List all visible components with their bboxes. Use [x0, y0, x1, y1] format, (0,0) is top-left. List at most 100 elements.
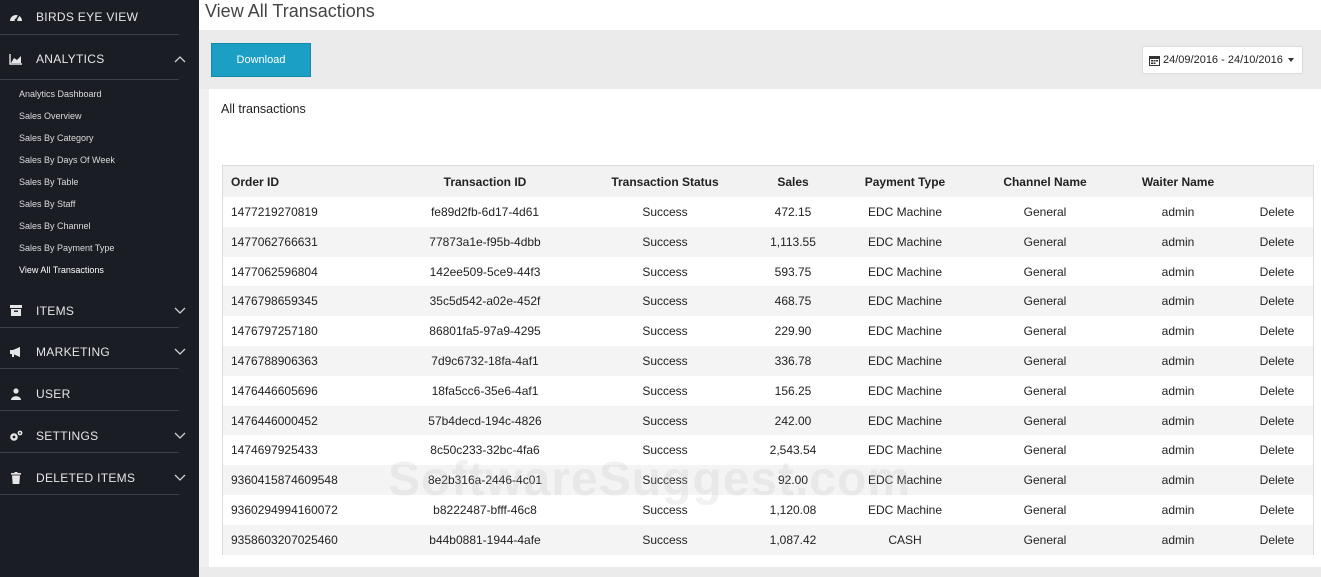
- divider: [0, 327, 179, 328]
- subnav-sales-by-category[interactable]: Sales By Category: [19, 131, 94, 145]
- waiter-cell: admin: [1161, 413, 1195, 428]
- col-payment-type[interactable]: Payment Type: [845, 166, 965, 197]
- payment-type-cell: EDC Machine: [867, 443, 943, 458]
- delete-link[interactable]: Delete: [1243, 435, 1311, 465]
- subnav-sales-by-table[interactable]: Sales By Table: [19, 175, 78, 189]
- table-row: 1474697925433 8c50c233-32bc-4fa6 Success 2,…: [223, 435, 1313, 466]
- delete-link[interactable]: Delete: [1243, 257, 1311, 287]
- nav-label: BIRDS EYE VIEW: [36, 10, 139, 24]
- calendar-icon: [1149, 55, 1160, 66]
- nav-items[interactable]: ITEMS: [0, 290, 199, 331]
- status-cell: Success: [642, 264, 688, 279]
- subnav-sales-by-staff[interactable]: Sales By Staff: [19, 197, 75, 211]
- delete-link[interactable]: Delete: [1243, 525, 1311, 555]
- nav-analytics[interactable]: ANALYTICS: [0, 38, 199, 79]
- order-id-cell: 1477062766631: [231, 234, 318, 249]
- delete-link[interactable]: Delete: [1243, 197, 1311, 227]
- sales-cell: 229.90: [774, 324, 812, 339]
- table-row: 1476797257180 86801fa5-97a9-4295 Success 22…: [223, 316, 1313, 347]
- sales-cell: 1,120.08: [769, 503, 817, 517]
- waiter-cell: admin: [1161, 383, 1195, 398]
- table-row: 9358603207025460 b44b0881-1944-4afe Succes…: [223, 524, 1313, 555]
- panel-heading: All transactions: [221, 102, 306, 116]
- order-id-cell: 9360415874609548: [231, 473, 338, 488]
- delete-link[interactable]: Delete: [1243, 465, 1311, 495]
- inbox-icon: [9, 304, 23, 318]
- nav-deleted-items[interactable]: DELETED ITEMS: [0, 457, 199, 498]
- waiter-cell: admin: [1161, 234, 1195, 249]
- channel-cell: General: [1023, 354, 1067, 368]
- col-order-id[interactable]: Order ID: [231, 166, 279, 197]
- divider: [0, 34, 179, 35]
- col-channel-name[interactable]: Channel Name: [985, 166, 1105, 197]
- order-id-cell: 1476446605696: [231, 383, 318, 398]
- delete-link[interactable]: Delete: [1243, 376, 1311, 406]
- delete-link[interactable]: Delete: [1243, 406, 1311, 436]
- status-cell: Success: [642, 473, 688, 488]
- table-row: 9360415874609548 8e2b316a-2446-4c01 Succes…: [223, 465, 1313, 496]
- table-row: 9360294994160072 b8222487-bfff-46c8 Succes…: [223, 495, 1313, 525]
- transactions-table: Order ID Transaction ID Transaction Stat…: [222, 165, 1314, 555]
- page-title: View All Transactions: [205, 1, 375, 21]
- sales-cell: 156.25: [774, 383, 812, 398]
- subnav-sales-by-days-of-week[interactable]: Sales By Days Of Week: [19, 153, 115, 167]
- subnav-sales-overview[interactable]: Sales Overview: [19, 109, 82, 123]
- table-row: 1477062596804 142ee509-5ce9-44f3 Success 59…: [223, 256, 1313, 287]
- status-cell: Success: [642, 413, 688, 428]
- nav-label: ITEMS: [36, 303, 75, 318]
- sales-cell: 336.78: [774, 354, 812, 368]
- nav-user[interactable]: USER: [0, 373, 199, 414]
- chevron-down-icon: [174, 474, 186, 481]
- channel-cell: General: [1023, 324, 1067, 339]
- status-cell: Success: [642, 324, 688, 339]
- col-transaction-status[interactable]: Transaction Status: [595, 166, 735, 197]
- transaction-id-cell: 7d9c6732-18fa-4af1: [431, 354, 539, 368]
- chevron-down-icon: [174, 307, 186, 314]
- delete-link[interactable]: Delete: [1243, 227, 1311, 257]
- delete-link[interactable]: Delete: [1243, 346, 1311, 376]
- date-range-picker[interactable]: 24/09/2016 - 24/10/2016: [1142, 46, 1303, 74]
- download-button[interactable]: Download: [211, 43, 311, 77]
- transaction-id-cell: fe89d2fb-6d17-4d61: [430, 205, 540, 219]
- channel-cell: General: [1023, 264, 1067, 279]
- nav-birds-eye-view[interactable]: BIRDS EYE VIEW: [0, 0, 199, 34]
- nav-settings[interactable]: SETTINGS: [0, 415, 199, 456]
- nav-label: MARKETING: [36, 344, 111, 359]
- delete-link[interactable]: Delete: [1243, 286, 1311, 316]
- subnav-sales-by-channel[interactable]: Sales By Channel: [19, 219, 91, 233]
- sales-cell: 92.00: [777, 473, 809, 488]
- payment-type-cell: EDC Machine: [867, 383, 943, 398]
- status-cell: Success: [642, 354, 688, 368]
- status-cell: Success: [642, 532, 688, 547]
- divider: [0, 368, 179, 369]
- col-sales[interactable]: Sales: [743, 166, 843, 197]
- waiter-cell: admin: [1161, 354, 1195, 368]
- col-waiter-name[interactable]: Waiter Name: [1118, 166, 1238, 197]
- payment-type-cell: EDC Machine: [867, 324, 943, 339]
- trash-icon: [9, 471, 23, 485]
- subnav-sales-by-payment-type[interactable]: Sales By Payment Type: [19, 241, 114, 255]
- waiter-cell: admin: [1161, 294, 1195, 309]
- nav-label: USER: [36, 386, 71, 401]
- dashboard-icon: [9, 10, 23, 24]
- order-id-cell: 1476788906363: [231, 354, 318, 368]
- table-row: 1476788906363 7d9c6732-18fa-4af1 Success 33…: [223, 346, 1313, 376]
- status-cell: Success: [642, 503, 688, 517]
- chevron-up-icon: [174, 55, 186, 62]
- table-header: Order ID Transaction ID Transaction Stat…: [223, 166, 1313, 197]
- payment-type-cell: EDC Machine: [867, 234, 943, 249]
- subnav-analytics-dashboard[interactable]: Analytics Dashboard: [19, 87, 102, 101]
- nav-marketing[interactable]: MARKETING: [0, 331, 199, 372]
- chevron-down-icon: [174, 348, 186, 355]
- waiter-cell: admin: [1161, 205, 1195, 219]
- order-id-cell: 1477219270819: [231, 205, 318, 219]
- cogs-icon: [9, 429, 23, 443]
- delete-link[interactable]: Delete: [1243, 316, 1311, 346]
- delete-link[interactable]: Delete: [1243, 495, 1311, 525]
- col-transaction-id[interactable]: Transaction ID: [383, 166, 587, 197]
- order-id-cell: 1474697925433: [231, 443, 318, 458]
- order-id-cell: 1477062596804: [231, 264, 318, 279]
- sales-cell: 468.75: [774, 294, 812, 309]
- subnav-view-all-transactions[interactable]: View All Transactions: [19, 263, 104, 277]
- transaction-id-cell: 8c50c233-32bc-4fa6: [430, 443, 540, 458]
